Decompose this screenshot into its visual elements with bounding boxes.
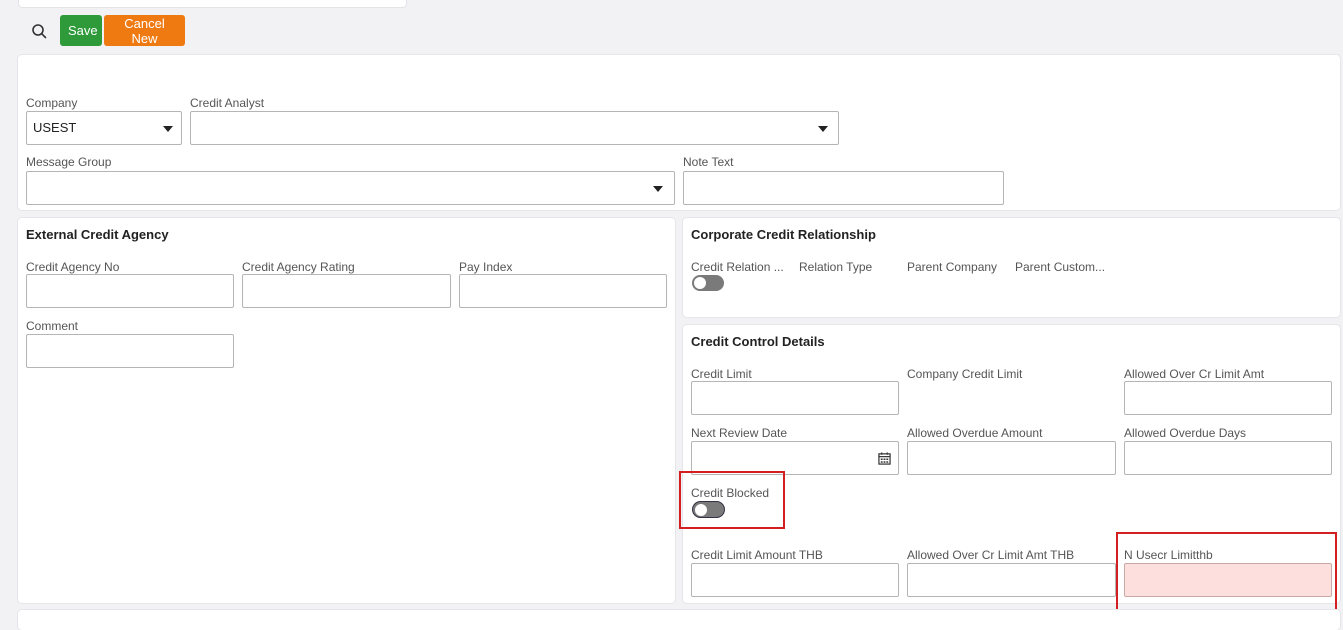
credit-limit-input[interactable] <box>691 381 899 415</box>
corporate-credit-relationship-panel: Corporate Credit Relationship Credit Rel… <box>683 218 1340 317</box>
pay-index-label: Pay Index <box>459 260 513 274</box>
toggle-knob <box>694 277 706 289</box>
chevron-down-icon[interactable] <box>818 126 828 132</box>
chevron-down-icon[interactable] <box>653 186 663 192</box>
message-group-label: Message Group <box>26 155 112 169</box>
credit-agency-rating-input[interactable] <box>242 274 451 308</box>
credit-agency-no-label: Credit Agency No <box>26 260 120 274</box>
message-group-select[interactable] <box>26 171 675 205</box>
credit-agency-rating-label: Credit Agency Rating <box>242 260 355 274</box>
credit-agency-no-input[interactable] <box>26 274 234 308</box>
allowed-over-cr-limit-thb-label: Allowed Over Cr Limit Amt THB <box>907 548 1075 562</box>
top-card <box>18 0 407 8</box>
company-credit-limit-label: Company Credit Limit <box>907 367 1023 381</box>
external-credit-agency-title: External Credit Agency <box>26 227 169 242</box>
credit-relation-label: Credit Relation ... <box>691 260 784 274</box>
parent-company-label: Parent Company <box>907 260 998 274</box>
credit-relation-toggle[interactable] <box>692 275 724 291</box>
next-review-date-input[interactable] <box>691 441 899 475</box>
next-review-date-label: Next Review Date <box>691 426 788 440</box>
cancel-new-button[interactable]: Cancel New <box>104 15 185 46</box>
comment-input[interactable] <box>26 334 234 368</box>
credit-control-details-title: Credit Control Details <box>691 334 825 349</box>
credit-limit-amount-thb-label: Credit Limit Amount THB <box>691 548 823 562</box>
comment-label: Comment <box>26 319 79 333</box>
allowed-over-cr-limit-thb-input[interactable] <box>907 563 1116 597</box>
credit-limit-amount-thb-input[interactable] <box>691 563 899 597</box>
credit-analyst-select[interactable] <box>190 111 839 145</box>
relation-type-label: Relation Type <box>799 260 873 274</box>
pay-index-input[interactable] <box>459 274 667 308</box>
save-button[interactable]: Save <box>60 15 102 46</box>
search-icon[interactable] <box>30 22 48 40</box>
company-label: Company <box>26 96 78 110</box>
external-credit-agency-panel: External Credit Agency Credit Agency No … <box>18 218 675 603</box>
allowed-overdue-amount-input[interactable] <box>907 441 1116 475</box>
header-panel: Company USEST Credit Analyst Message Gro… <box>18 55 1340 210</box>
note-text-label: Note Text <box>683 155 734 169</box>
note-text-input[interactable] <box>683 171 1004 205</box>
allowed-overdue-days-label: Allowed Overdue Days <box>1124 426 1247 440</box>
allowed-over-cr-limit-label: Allowed Over Cr Limit Amt <box>1124 367 1265 381</box>
company-select[interactable]: USEST <box>26 111 182 145</box>
calendar-icon[interactable] <box>878 452 891 465</box>
corporate-credit-relationship-title: Corporate Credit Relationship <box>691 227 876 242</box>
next-panel-edge <box>18 610 1340 630</box>
allowed-overdue-days-input[interactable] <box>1124 441 1332 475</box>
company-value: USEST <box>33 120 77 135</box>
credit-blocked-highlight <box>679 471 785 529</box>
allowed-overdue-amount-label: Allowed Overdue Amount <box>907 426 1043 440</box>
allowed-over-cr-limit-input[interactable] <box>1124 381 1332 415</box>
parent-customer-label: Parent Custom... <box>1015 260 1106 274</box>
credit-analyst-label: Credit Analyst <box>190 96 265 110</box>
n-usecr-limitthb-highlight <box>1116 532 1337 612</box>
chevron-down-icon[interactable] <box>163 126 173 132</box>
credit-limit-label: Credit Limit <box>691 367 752 381</box>
